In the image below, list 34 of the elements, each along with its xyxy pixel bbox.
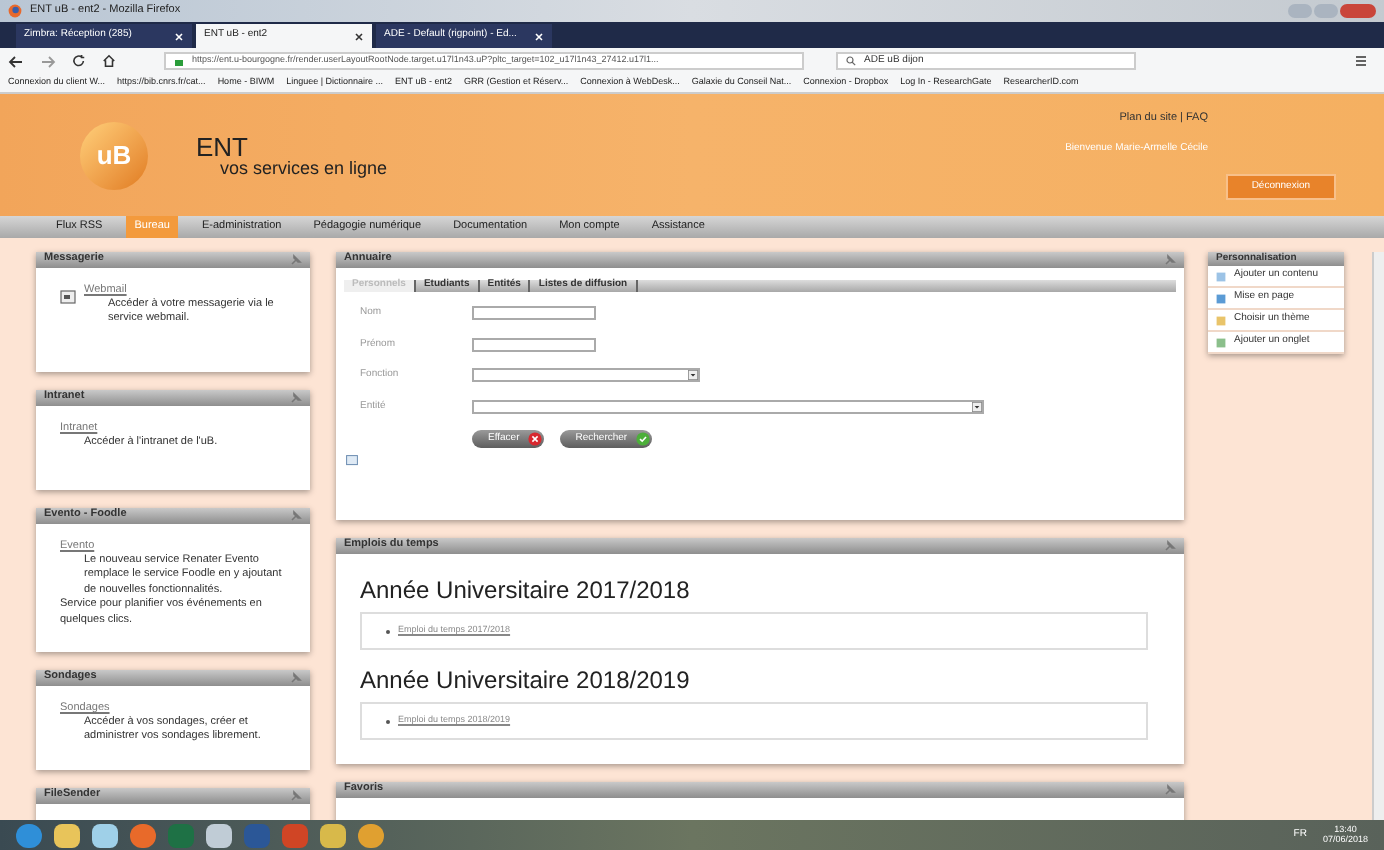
card-icon[interactable] xyxy=(346,454,358,466)
year-heading: Année Universitaire 2018/2019 xyxy=(360,668,692,692)
pin-icon[interactable] xyxy=(1164,540,1176,552)
select-field[interactable] xyxy=(472,399,984,414)
check-icon xyxy=(635,432,650,446)
pin-icon[interactable] xyxy=(290,790,302,802)
menu-icon[interactable] xyxy=(1354,54,1368,68)
pin-icon[interactable] xyxy=(290,672,302,684)
text-field[interactable] xyxy=(472,306,596,321)
pin-icon[interactable] xyxy=(1164,784,1176,796)
site-subtitle: vos services en ligne xyxy=(218,159,388,177)
dropdown-arrow-icon xyxy=(688,370,698,381)
scrollbar[interactable] xyxy=(1372,252,1384,820)
mail-icon xyxy=(60,288,76,304)
year-heading: Année Universitaire 2017/2018 xyxy=(360,578,692,602)
dropdown-arrow-icon xyxy=(972,401,982,412)
pin-icon[interactable] xyxy=(290,254,302,266)
maximize-button[interactable] xyxy=(1314,4,1338,18)
pin-icon[interactable] xyxy=(1164,254,1176,266)
forward-icon[interactable] xyxy=(40,53,56,69)
home-icon[interactable] xyxy=(102,54,116,68)
select-field[interactable] xyxy=(472,368,700,383)
close-icon[interactable] xyxy=(354,31,364,41)
pin-icon[interactable] xyxy=(290,392,302,404)
text-field[interactable] xyxy=(472,337,596,352)
close-button[interactable] xyxy=(1340,4,1376,18)
search-icon xyxy=(846,56,856,66)
back-icon[interactable] xyxy=(8,53,24,69)
pin-icon[interactable] xyxy=(290,510,302,522)
logo: uB xyxy=(80,121,148,189)
minimize-button[interactable] xyxy=(1288,4,1312,18)
reload-icon[interactable] xyxy=(72,54,86,68)
site-title: ENT xyxy=(196,133,250,159)
close-icon xyxy=(527,432,542,446)
